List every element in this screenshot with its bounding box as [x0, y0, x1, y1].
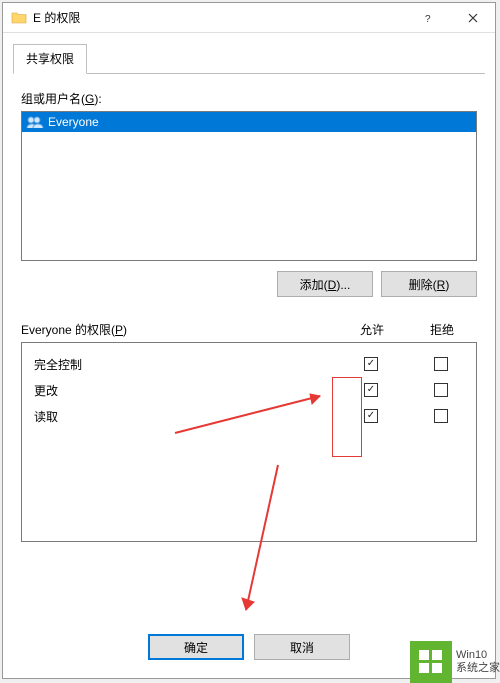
permission-name: 完全控制	[34, 356, 336, 373]
tab-strip: 共享权限	[3, 33, 495, 74]
permission-row: 完全控制 ✓	[34, 351, 476, 377]
allow-checkbox[interactable]: ✓	[364, 409, 378, 423]
deny-checkbox[interactable]	[434, 409, 448, 423]
permission-row: 更改 ✓	[34, 377, 476, 403]
deny-checkbox[interactable]	[434, 383, 448, 397]
folder-icon	[11, 10, 27, 26]
deny-checkbox[interactable]	[434, 357, 448, 371]
tab-share-permissions[interactable]: 共享权限	[13, 44, 87, 74]
permission-name: 读取	[34, 408, 336, 425]
permissions-header: Everyone 的权限(P) 允许 拒绝	[21, 321, 477, 338]
close-button[interactable]	[450, 3, 495, 32]
windows-logo-icon	[410, 641, 452, 683]
window-title: E 的权限	[33, 9, 80, 26]
groups-label: 组或用户名(G):	[21, 90, 477, 107]
help-button[interactable]: ?	[405, 3, 450, 32]
permission-row: 读取 ✓	[34, 403, 476, 429]
group-icon	[26, 115, 44, 129]
remove-button[interactable]: 删除(R)	[381, 271, 477, 297]
permissions-dialog: E 的权限 ? 共享权限 组或用户名(G): Everyone	[2, 2, 496, 679]
allow-column-header: 允许	[337, 321, 407, 338]
window-controls: ?	[405, 3, 495, 32]
permissions-list: 完全控制 ✓ 更改 ✓ 读取 ✓	[21, 342, 477, 542]
titlebar: E 的权限 ?	[3, 3, 495, 33]
ok-button[interactable]: 确定	[148, 634, 244, 660]
watermark: Win10 系统之家	[410, 641, 500, 683]
deny-column-header: 拒绝	[407, 321, 477, 338]
principals-listbox[interactable]: Everyone	[21, 111, 477, 261]
allow-checkbox[interactable]: ✓	[364, 357, 378, 371]
allow-checkbox[interactable]: ✓	[364, 383, 378, 397]
principal-name: Everyone	[48, 115, 99, 129]
cancel-button[interactable]: 取消	[254, 634, 350, 660]
principal-item[interactable]: Everyone	[22, 112, 476, 132]
add-button[interactable]: 添加(D)...	[277, 271, 373, 297]
watermark-line2: 系统之家	[456, 662, 500, 675]
permission-name: 更改	[34, 382, 336, 399]
svg-text:?: ?	[425, 14, 431, 23]
dialog-content: 组或用户名(G): Everyone 添加(D)... 删除(R) Everyo…	[3, 74, 495, 622]
watermark-line1: Win10	[456, 649, 500, 662]
